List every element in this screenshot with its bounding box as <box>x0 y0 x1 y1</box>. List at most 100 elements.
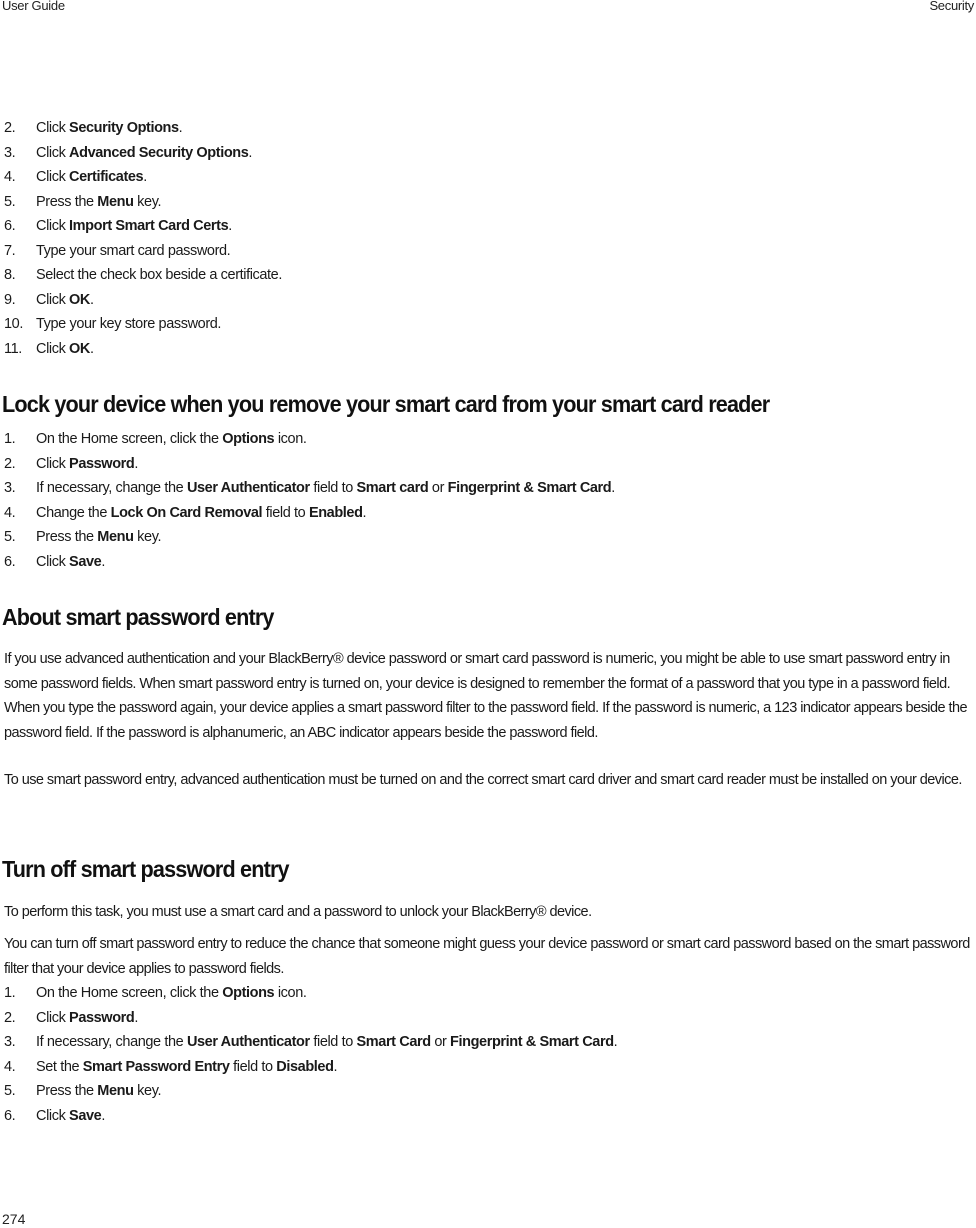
step-number: 4. <box>4 1058 16 1075</box>
step-text: Click Password. <box>36 1006 138 1031</box>
ui-term: Save <box>69 1107 102 1124</box>
step-fragment: Press the <box>36 529 98 545</box>
step-fragment: Set the <box>36 1058 83 1075</box>
step-number: 11. <box>4 340 22 357</box>
step-fragment: Click <box>36 169 70 185</box>
ui-term: Smart Card <box>356 1034 432 1050</box>
ui-term: Smart card <box>356 480 429 496</box>
step-fragment: Click <box>36 291 70 308</box>
step-fragment: Click <box>36 144 70 161</box>
step-fragment: . <box>228 218 232 234</box>
step-fragment: . <box>90 291 94 308</box>
ui-term: User Authenticator <box>186 1034 310 1050</box>
step-text: Type your smart card password. <box>36 239 231 264</box>
ui-term: Password <box>69 455 135 472</box>
step-fragment: Type your key store password. <box>36 316 222 332</box>
step-fragment: Type your smart card password. <box>36 242 231 259</box>
step-text: If necessary, change the User Authentica… <box>36 1030 618 1055</box>
step-number: 1. <box>4 985 16 1001</box>
step-number: 7. <box>4 242 16 259</box>
step-text: Click OK. <box>36 288 94 313</box>
step-fragment: Click <box>36 218 70 234</box>
turnoff-prerequisite: To perform this task, you must use a sma… <box>4 904 592 920</box>
ui-term: Advanced Security Options <box>69 144 249 161</box>
step-fragment: . <box>611 480 615 496</box>
step-number: 3. <box>4 480 16 496</box>
step-fragment: On the Home screen, click the <box>36 431 223 447</box>
ui-term: Save <box>69 553 102 570</box>
step-fragment: . <box>248 144 253 161</box>
ui-term: Fingerprint & Smart Card <box>450 1034 614 1050</box>
step-fragment: or <box>430 1034 451 1050</box>
step-text: Press the Menu key. <box>36 190 161 215</box>
step-fragment: . <box>101 1107 105 1124</box>
step-fragment: field to <box>309 480 357 496</box>
step-fragment: field to <box>262 504 309 521</box>
step-number: 2. <box>4 455 16 472</box>
step-fragment: If necessary, change the <box>36 480 187 496</box>
step-number: 1. <box>4 431 16 447</box>
step-text: Click Advanced Security Options. <box>36 141 252 166</box>
ui-term: Certificates <box>69 169 144 185</box>
ui-term: OK <box>69 340 90 357</box>
step-text: On the Home screen, click the Options ic… <box>36 981 307 1006</box>
step-number: 5. <box>4 193 16 210</box>
step-number: 6. <box>4 1107 16 1124</box>
step-fragment: Press the <box>36 193 98 210</box>
step-number: 6. <box>4 553 16 570</box>
step-text: Type your key store password. <box>36 312 221 337</box>
step-number: 3. <box>4 1034 16 1050</box>
ui-term: Enabled <box>308 504 363 521</box>
step-fragment: key. <box>133 193 162 210</box>
ui-term: Options <box>222 985 275 1001</box>
ui-term: Smart Password Entry <box>82 1058 230 1075</box>
step-text: On the Home screen, click the Options ic… <box>36 427 307 452</box>
step-fragment: . <box>90 340 94 357</box>
about-paragraph-2: To use smart password entry, advanced au… <box>4 772 962 788</box>
step-number: 6. <box>4 218 16 234</box>
step-fragment: field to <box>229 1058 277 1075</box>
step-fragment: Select the check box beside a certificat… <box>36 267 282 283</box>
step-number: 8. <box>4 267 16 283</box>
step-fragment: key. <box>133 529 162 545</box>
step-number: 2. <box>4 1009 16 1026</box>
step-text: Click Password. <box>36 452 138 477</box>
step-fragment: key. <box>133 1083 162 1099</box>
step-fragment: icon. <box>274 985 307 1001</box>
step-fragment: . <box>101 553 105 570</box>
heading-about-smart-password: About smart password entry <box>2 604 274 630</box>
step-fragment: Click <box>36 553 70 570</box>
step-text: Click Security Options. <box>36 116 183 141</box>
step-number: 5. <box>4 529 16 545</box>
ui-term: Disabled <box>276 1058 334 1075</box>
step-number: 5. <box>4 1083 16 1099</box>
step-fragment: Click <box>36 1009 70 1026</box>
step-fragment: or <box>428 480 448 496</box>
ui-term: Menu <box>97 529 134 545</box>
step-text: Click Save. <box>36 550 105 575</box>
step-fragment: . <box>333 1058 338 1075</box>
step-number: 2. <box>4 120 16 136</box>
step-fragment: . <box>134 1009 138 1026</box>
step-fragment: Click <box>36 340 70 357</box>
step-text: Press the Menu key. <box>36 1079 161 1104</box>
step-number: 3. <box>4 144 16 161</box>
ui-term: Import Smart Card Certs <box>69 218 229 234</box>
step-fragment: Press the <box>36 1083 98 1099</box>
step-text: If necessary, change the User Authentica… <box>36 476 615 501</box>
step-fragment: Change the <box>36 504 111 521</box>
step-fragment: . <box>134 455 138 472</box>
ui-term: Menu <box>97 193 134 210</box>
step-text: Change the Lock On Card Removal field to… <box>36 501 367 526</box>
step-text: Click OK. <box>36 337 94 362</box>
about-paragraph-1: If you use advanced authentication and y… <box>4 651 968 741</box>
page-number: 274 <box>2 1211 26 1227</box>
step-text: Set the Smart Password Entry field to Di… <box>36 1055 338 1080</box>
step-number: 9. <box>4 291 16 308</box>
ui-term: Options <box>222 431 275 447</box>
step-text: Click Certificates. <box>36 165 147 190</box>
step-fragment: . <box>613 1034 618 1050</box>
step-text: Select the check box beside a certificat… <box>36 263 282 288</box>
step-fragment: Click <box>36 120 70 136</box>
ui-term: Lock On Card Removal <box>110 504 263 521</box>
